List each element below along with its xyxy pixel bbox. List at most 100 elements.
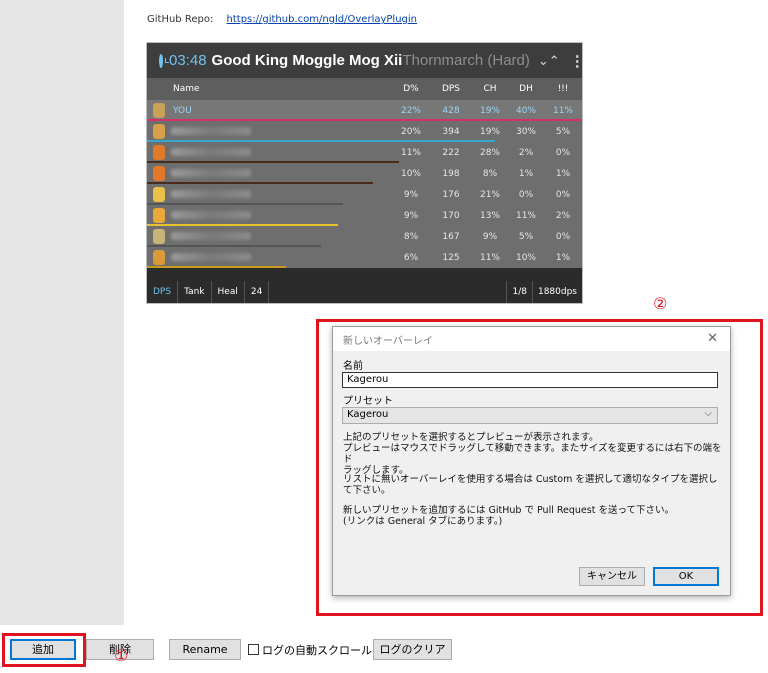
blurred-name — [171, 253, 251, 261]
player-name: YOU — [173, 105, 192, 116]
dialog-title: 新しいオーバーレイ — [343, 335, 433, 347]
help-text-preview: 上記のプリセットを選択するとプレビューが表示されます。 プレビューはマウスでドラ… — [343, 432, 723, 476]
cell-dh: 1% — [518, 168, 534, 179]
cell-ch: 21% — [479, 189, 500, 200]
cell-ch: 8% — [482, 168, 498, 179]
tab-count[interactable]: 24 — [245, 281, 270, 303]
help-line: 上記のプリセットを選択するとプレビューが表示されます。 — [343, 432, 599, 443]
cell-ch: 19% — [479, 105, 500, 116]
help-line: て下さい。 — [343, 485, 391, 496]
dialog-titlebar: 新しいオーバーレイ ✕ — [333, 327, 730, 351]
col-dpct[interactable]: D% — [392, 84, 430, 94]
cell-x: 1% — [555, 252, 571, 263]
menu-icon[interactable]: ⋮ — [570, 52, 585, 70]
marker-two: ② — [653, 294, 668, 313]
cell-dps: 428 — [442, 105, 460, 116]
table-row[interactable]: 20% 394 19% 30% 5% — [147, 121, 582, 142]
close-icon[interactable]: ✕ — [707, 331, 718, 346]
autoscroll-label: ログの自動スクロール — [262, 644, 372, 657]
tab-dps[interactable]: DPS — [147, 281, 179, 303]
preset-select[interactable]: Kagerou ⌵ — [342, 407, 718, 424]
table-row[interactable]: 9% 176 21% 0% 0% — [147, 184, 582, 205]
table-row[interactable]: 10% 198 8% 1% 1% — [147, 163, 582, 184]
blurred-name — [171, 127, 251, 135]
cell-ch: 28% — [479, 147, 500, 158]
col-dh[interactable]: DH — [508, 84, 544, 94]
add-button[interactable]: 追加 — [10, 639, 76, 660]
help-line: リストに無いオーバーレイを使用する場合は Custom を選択して適切なタイプを… — [343, 474, 718, 485]
rename-button[interactable]: Rename — [169, 639, 241, 660]
preset-label: プリセット — [343, 396, 393, 407]
cell-x: 5% — [555, 126, 571, 137]
cell-x: 0% — [555, 231, 571, 242]
cell-dh: 40% — [515, 105, 536, 116]
overlay-header: 03:48 Good King Moggle Mog Xii Thornmarc… — [147, 43, 585, 78]
clear-log-button[interactable]: ログのクリア — [373, 639, 452, 660]
cell-ch: 9% — [482, 231, 498, 242]
col-name[interactable]: Name — [147, 84, 392, 94]
blurred-name — [171, 211, 251, 219]
ok-button[interactable]: OK — [653, 567, 719, 586]
cell-d: 9% — [403, 210, 419, 221]
blurred-name — [171, 148, 251, 156]
cell-dps: 125 — [442, 252, 460, 263]
marker-one: ① — [114, 646, 129, 665]
footer-stats: 1/8 1880dps — [506, 281, 582, 303]
cell-dh: 11% — [515, 210, 536, 221]
table-row[interactable]: 8% 167 9% 5% 0% — [147, 226, 582, 247]
encounter-zone: Thornmarch (Hard) — [402, 52, 530, 69]
repo-row: GitHub Repo: https://github.com/ngld/Ove… — [147, 14, 417, 25]
cell-d: 22% — [400, 105, 421, 116]
collapse-icon[interactable]: ⌄⌃ — [538, 53, 560, 69]
help-text-github: 新しいプリセットを追加するには GitHub で Pull Request を送… — [343, 505, 723, 527]
autoscroll-checkbox[interactable] — [248, 644, 259, 655]
encounter-time: 03:48 — [169, 52, 207, 69]
preset-value: Kagerou — [347, 409, 389, 420]
cancel-button[interactable]: キャンセル — [579, 567, 645, 586]
cell-dps: 176 — [442, 189, 460, 200]
col-ch[interactable]: CH — [472, 84, 508, 94]
job-icon — [153, 187, 165, 202]
job-icon — [153, 124, 165, 139]
help-line: (リンクは General タブにあります。) — [343, 516, 503, 527]
table-row[interactable]: YOU 22% 428 19% 40% 11% — [147, 100, 582, 121]
repo-label: GitHub Repo: — [147, 14, 214, 25]
table-row[interactable]: 11% 222 28% 2% 0% — [147, 142, 582, 163]
cell-dps: 167 — [442, 231, 460, 242]
cell-dh: 30% — [515, 126, 536, 137]
job-icon — [153, 208, 165, 223]
col-crit-dh[interactable]: !!! — [544, 84, 582, 94]
job-icon — [153, 166, 165, 181]
blurred-name — [171, 169, 251, 177]
new-overlay-dialog: 新しいオーバーレイ ✕ 名前 Kagerou プリセット Kagerou ⌵ 上… — [332, 326, 731, 596]
table-row[interactable]: 9% 170 13% 11% 2% — [147, 205, 582, 226]
cell-dps: 170 — [442, 210, 460, 221]
col-dps[interactable]: DPS — [430, 84, 472, 94]
help-line: 新しいプリセットを追加するには GitHub で Pull Request を送… — [343, 505, 674, 516]
cell-dh: 10% — [515, 252, 536, 263]
cell-x: 2% — [555, 210, 571, 221]
overlay-column-headers: Name D% DPS CH DH !!! — [147, 78, 582, 100]
help-line: プレビューはマウスでドラッグして移動できます。またサイズを変更するには右下の端を… — [343, 443, 722, 465]
cell-d: 6% — [403, 252, 419, 263]
cell-ch: 13% — [479, 210, 500, 221]
tab-tank[interactable]: Tank — [178, 281, 212, 303]
repo-link[interactable]: https://github.com/ngld/OverlayPlugin — [227, 14, 418, 25]
cell-d: 8% — [403, 231, 419, 242]
cell-x: 0% — [555, 189, 571, 200]
overlay-preview[interactable]: 03:48 Good King Moggle Mog Xii Thornmarc… — [146, 42, 585, 304]
tab-heal[interactable]: Heal — [212, 281, 245, 303]
blurred-name — [171, 190, 251, 198]
job-icon — [153, 229, 165, 244]
table-row[interactable]: 6% 125 11% 10% 1% — [147, 247, 582, 268]
page-indicator: 1/8 — [506, 281, 531, 303]
history-clock-icon[interactable] — [159, 53, 169, 68]
cell-x: 0% — [555, 147, 571, 158]
name-field[interactable]: Kagerou — [342, 372, 718, 388]
cell-x: 1% — [555, 168, 571, 179]
cell-d: 20% — [400, 126, 421, 137]
chevron-down-icon: ⌵ — [704, 408, 712, 419]
blurred-name — [171, 232, 251, 240]
cell-d: 10% — [400, 168, 421, 179]
encounter-title: Good King Moggle Mog Xii — [211, 52, 403, 69]
